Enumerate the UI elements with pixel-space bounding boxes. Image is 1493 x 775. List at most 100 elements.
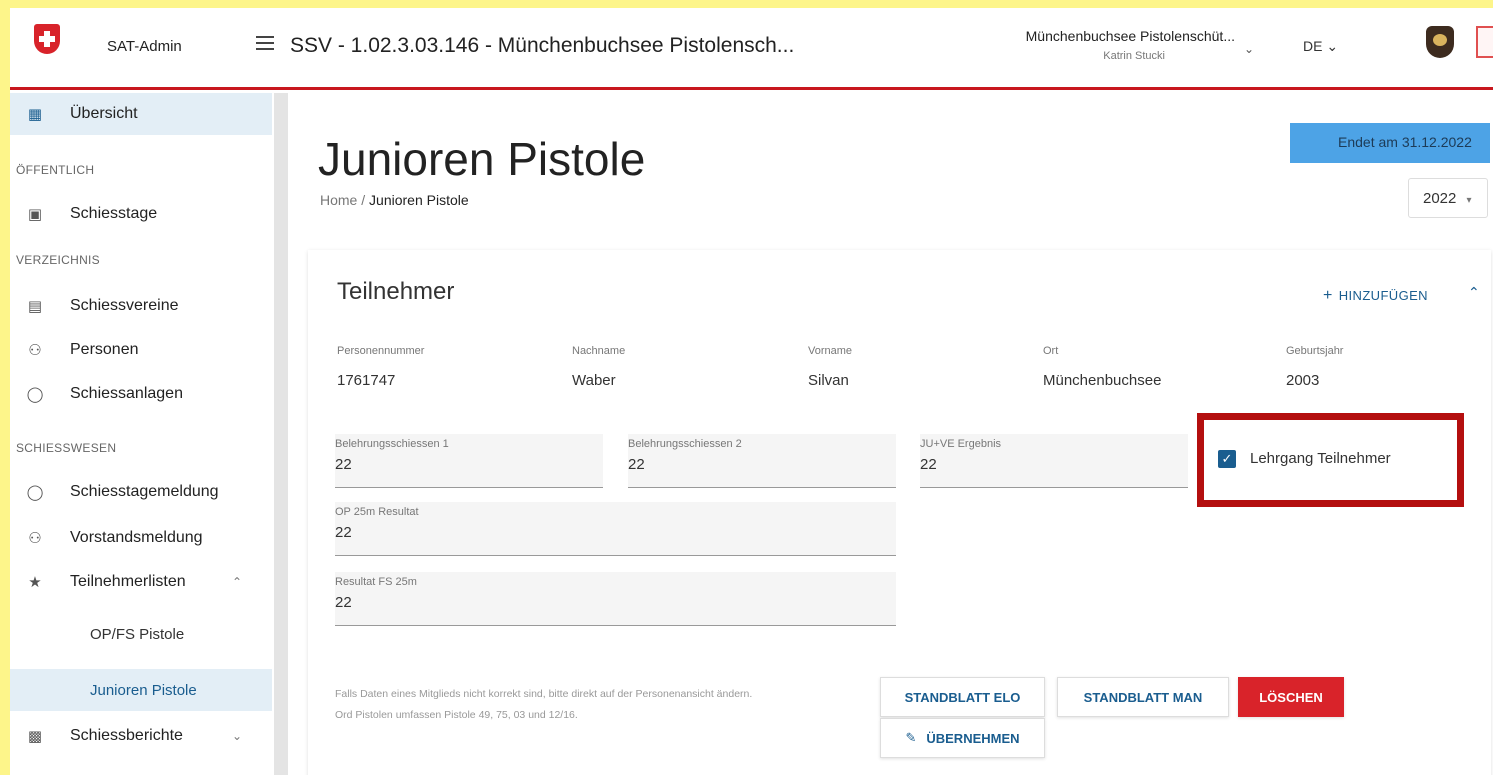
button-label: LÖSCHEN xyxy=(1259,689,1323,705)
chevron-up-icon: ⌃ xyxy=(231,575,242,589)
label-ort: Ort xyxy=(1043,345,1059,357)
star-icon: ★ xyxy=(28,574,42,591)
value-personennummer: 1761747 xyxy=(337,372,396,389)
sidebar-item-label: Schiessvereine xyxy=(70,297,179,314)
sidebar-item-label: Vorstandsmeldung xyxy=(70,529,203,546)
button-label: STANDBLATT MAN xyxy=(1083,689,1203,705)
sidebar-item-label: Schiesstage xyxy=(70,205,158,222)
dashboard-icon: ▦ xyxy=(27,106,43,123)
label-nachname: Nachname xyxy=(572,345,626,357)
sidebar-item-label: Schiessberichte xyxy=(70,727,183,744)
field-value: 22 xyxy=(920,456,937,473)
apply-button[interactable]: ✎ ÜBERNEHMEN xyxy=(880,718,1045,758)
pencil-icon: ✎ xyxy=(905,730,917,745)
label-personennummer: Personennummer xyxy=(337,345,425,357)
field-resultat-fs-25m[interactable]: Resultat FS 25m 22 xyxy=(335,572,896,626)
year-select[interactable]: 2022 ▾ xyxy=(1408,178,1488,218)
field-value: 22 xyxy=(335,594,352,611)
value-ort: Münchenbuchsee xyxy=(1043,372,1162,389)
status-badge: Endet am 31.12.2022 xyxy=(1290,123,1490,163)
field-label: JU+VE Ergebnis xyxy=(920,438,1002,450)
add-participant-button[interactable]: + HINZUFÜGEN xyxy=(1323,287,1428,305)
sidebar-item-label: Übersicht xyxy=(70,105,138,122)
people-icon: ⚇ xyxy=(28,342,42,359)
sidebar-item-label: Personen xyxy=(70,341,139,358)
sidebar-section-verzeichnis: VERZEICHNIS xyxy=(16,253,100,267)
value-nachname: Waber xyxy=(572,372,616,389)
swiss-cross-logo-icon[interactable] xyxy=(34,24,60,54)
sidebar-item-vorstandsmeldung[interactable]: ⚇ Vorstandsmeldung xyxy=(10,517,272,559)
sidebar-item-label: Teilnehmerlisten xyxy=(70,573,186,590)
chevron-down-icon[interactable]: ⌄ xyxy=(1244,42,1254,56)
year-value: 2022 xyxy=(1423,190,1457,207)
breadcrumb-home-link[interactable]: Home xyxy=(320,192,357,208)
delete-button[interactable]: LÖSCHEN xyxy=(1238,677,1344,717)
breadcrumb-current: Junioren Pistole xyxy=(369,192,469,208)
field-belehrungsschiessen-2[interactable]: Belehrungsschiessen 2 22 xyxy=(628,434,896,488)
dropdown-arrow-icon: ▾ xyxy=(1466,195,1472,206)
sidebar-item-uebersicht[interactable]: ▦ Übersicht xyxy=(10,93,272,135)
sidebar-item-schiesstagemeldung[interactable]: ◯ Schiesstagemeldung xyxy=(10,471,272,513)
field-ju-ve-ergebnis[interactable]: JU+VE Ergebnis 22 xyxy=(920,434,1188,488)
club-crest-icon xyxy=(1426,26,1454,58)
standblatt-man-button[interactable]: STANDBLATT MAN xyxy=(1057,677,1229,717)
language-label: DE xyxy=(1303,38,1323,54)
sidebar-item-label: Schiesstagemeldung xyxy=(70,483,219,500)
field-value: 22 xyxy=(335,524,352,541)
people-icon: ⚇ xyxy=(28,530,42,547)
organization-name: Münchenbuchsee Pistolenschüt... xyxy=(1025,28,1235,44)
card-title: Teilnehmer xyxy=(337,278,455,305)
button-label: ÜBERNEHMEN xyxy=(926,730,1020,746)
building-icon: ▤ xyxy=(27,298,43,315)
sidebar-item-personen[interactable]: ⚇ Personen xyxy=(10,329,272,371)
chevron-up-icon[interactable]: ⌃ xyxy=(1468,284,1480,301)
sidebar-section-schiesswesen: SCHIESSWESEN xyxy=(16,441,117,455)
hamburger-menu-icon[interactable] xyxy=(256,36,274,52)
field-value: 22 xyxy=(628,456,645,473)
field-value: 22 xyxy=(335,456,352,473)
sidebar-subitem-op-fs-pistole[interactable]: OP/FS Pistole xyxy=(10,613,272,655)
value-geburtsjahr: 2003 xyxy=(1286,372,1320,389)
sidebar-item-schiesstage[interactable]: ▣ Schiesstage xyxy=(10,193,272,235)
top-header: SAT-Admin SSV - 1.02.3.03.146 - Münchenb… xyxy=(10,8,1493,90)
calendar-icon: ▣ xyxy=(27,206,43,223)
association-badge-icon xyxy=(1476,26,1493,58)
circle-icon: ◯ xyxy=(26,484,44,501)
info-footnote: Falls Daten eines Mitglieds nicht korrek… xyxy=(335,688,753,721)
label-geburtsjahr: Geburtsjahr xyxy=(1286,345,1344,357)
page-title: Junioren Pistole xyxy=(318,133,646,185)
sidebar-item-teilnehmerlisten[interactable]: ★ Teilnehmerlisten ⌃ xyxy=(10,561,272,603)
sidebar-item-schiessberichte[interactable]: ▩ Schiessberichte ⌄ xyxy=(10,715,272,757)
app-name[interactable]: SAT-Admin xyxy=(107,38,182,55)
field-label: Belehrungsschiessen 1 xyxy=(335,438,449,450)
sidebar-item-label: Schiessanlagen xyxy=(70,385,183,402)
field-label: Resultat FS 25m xyxy=(335,576,417,588)
sidebar-item-schiessvereine[interactable]: ▤ Schiessvereine xyxy=(10,285,272,327)
standblatt-elo-button[interactable]: STANDBLATT ELO xyxy=(880,677,1045,717)
organization-selector[interactable]: Münchenbuchsee Pistolenschüt... Katrin S… xyxy=(995,28,1235,62)
button-label: STANDBLATT ELO xyxy=(904,689,1021,705)
breadcrumb: Home / Junioren Pistole xyxy=(320,192,469,208)
field-belehrungsschiessen-1[interactable]: Belehrungsschiessen 1 22 xyxy=(335,434,603,488)
field-label: OP 25m Resultat xyxy=(335,506,419,518)
sidebar: ▦ Übersicht ÖFFENTLICH ▣ Schiesstage VER… xyxy=(10,93,272,775)
add-label: HINZUFÜGEN xyxy=(1338,288,1428,303)
lehrgang-checkbox[interactable]: ✓ xyxy=(1218,450,1236,468)
lehrgang-checkbox-label[interactable]: Lehrgang Teilnehmer xyxy=(1250,450,1391,467)
sidebar-item-schiessanlagen[interactable]: ◯ Schiessanlagen xyxy=(10,373,272,415)
sidebar-section-oeffentlich: ÖFFENTLICH xyxy=(16,163,95,177)
language-selector[interactable]: DE ⌄ xyxy=(1303,38,1338,55)
label-vorname: Vorname xyxy=(808,345,853,357)
document-icon: ▩ xyxy=(27,728,43,745)
breadcrumb-separator: / xyxy=(361,192,366,208)
plus-icon: + xyxy=(1323,287,1333,304)
field-label: Belehrungsschiessen 2 xyxy=(628,438,742,450)
circle-icon: ◯ xyxy=(26,386,44,403)
sidebar-subitem-junioren-pistole[interactable]: Junioren Pistole xyxy=(10,669,272,711)
field-op-25m-resultat[interactable]: OP 25m Resultat 22 xyxy=(335,502,896,556)
checkmark-icon: ✓ xyxy=(1221,451,1233,466)
header-title: SSV - 1.02.3.03.146 - Münchenbuchsee Pis… xyxy=(290,34,795,57)
sidebar-scrollbar[interactable] xyxy=(274,93,288,775)
chevron-down-icon: ⌄ xyxy=(231,729,242,743)
value-vorname: Silvan xyxy=(808,372,849,389)
